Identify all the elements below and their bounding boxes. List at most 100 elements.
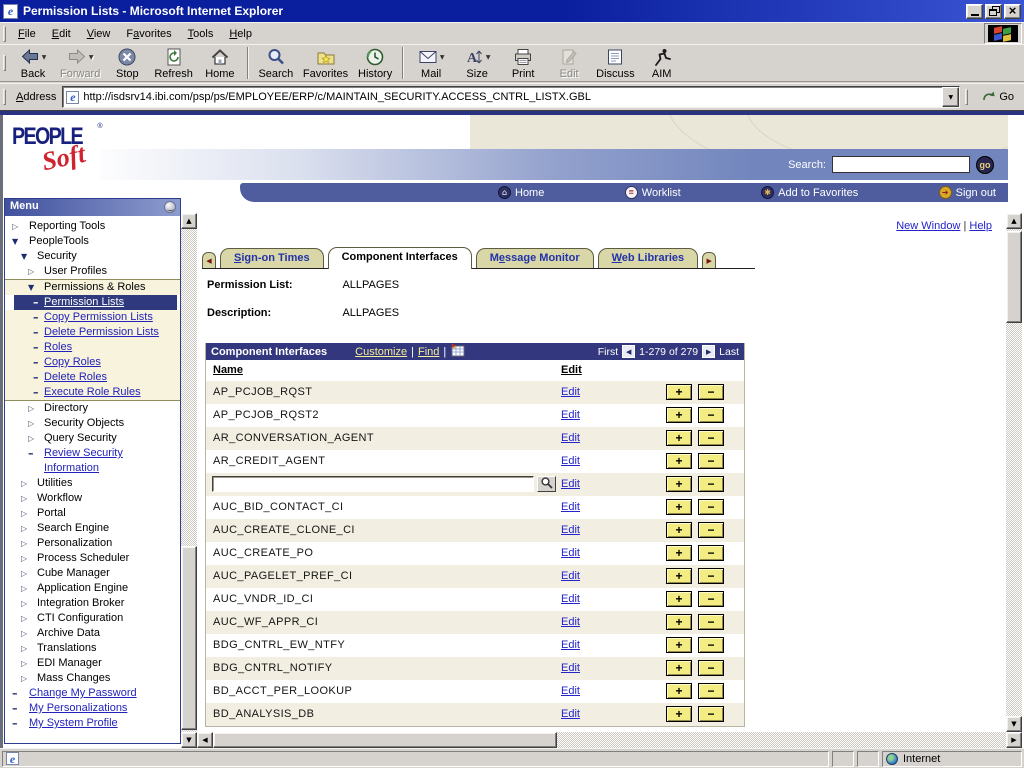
collapsed-node-icon[interactable]: ▷ — [21, 491, 27, 506]
address-field[interactable]: e http://isdsrv14.ibi.com/psp/ps/EMPLOYE… — [62, 86, 960, 108]
mail-button[interactable]: ▼Mail — [408, 46, 454, 81]
sidebar-item-process-scheduler[interactable]: ▷Process Scheduler — [5, 551, 180, 566]
scroll-right-button[interactable]: ▶ — [1006, 732, 1022, 748]
menu-file[interactable]: File — [10, 25, 44, 43]
collapsed-node-icon[interactable]: ▷ — [28, 401, 34, 416]
close-button[interactable]: × — [1004, 4, 1021, 19]
sort-by-name-header[interactable]: Name — [213, 364, 243, 376]
menu-edit[interactable]: Edit — [44, 25, 79, 43]
delete-row-button[interactable]: − — [698, 706, 724, 722]
sidebar-item-execute-role-rules[interactable]: –Execute Role Rules — [5, 385, 180, 401]
edit-link[interactable]: Edit — [561, 616, 580, 628]
delete-row-button[interactable]: − — [698, 499, 724, 515]
add-row-button[interactable]: + — [666, 499, 692, 515]
sidebar-item-utilities[interactable]: ▷Utilities — [5, 476, 180, 491]
menu-help[interactable]: Help — [221, 25, 260, 43]
dropdown-caret-icon[interactable]: ▼ — [89, 54, 94, 61]
delete-row-button[interactable]: − — [698, 660, 724, 676]
tab-component-interfaces[interactable]: Component Interfaces — [328, 247, 472, 269]
sidebar-item-my-system-profile[interactable]: –My System Profile — [5, 716, 180, 731]
sidebar-item-edi-manager[interactable]: ▷EDI Manager — [5, 656, 180, 671]
add-row-button[interactable]: + — [666, 453, 692, 469]
edit-link[interactable]: Edit — [561, 685, 580, 697]
dash-bullet-icon[interactable]: – — [12, 716, 18, 731]
tab-message-monitor[interactable]: Message Monitor — [476, 248, 594, 269]
scroll-down-button[interactable]: ▼ — [1006, 716, 1022, 732]
back-button[interactable]: ▼Back — [10, 46, 56, 81]
edit-link[interactable]: Edit — [561, 570, 580, 582]
collapsed-node-icon[interactable]: ▷ — [21, 476, 27, 491]
delete-row-button[interactable]: − — [698, 407, 724, 423]
sidebar-item-user-profiles[interactable]: ▷User Profiles — [5, 264, 180, 279]
aim-button[interactable]: AIM — [639, 46, 685, 81]
add-row-button[interactable]: + — [666, 591, 692, 607]
search-button[interactable]: Search — [253, 46, 299, 81]
sidebar-item-permission-lists[interactable]: –Permission Lists — [14, 295, 177, 310]
edit-link[interactable]: Edit — [561, 432, 580, 444]
find-link[interactable]: Find — [418, 346, 439, 358]
edit-column-header[interactable]: Edit — [561, 364, 582, 376]
sidebar-item-delete-permission-lists[interactable]: –Delete Permission Lists — [5, 325, 180, 340]
collapsed-node-icon[interactable]: ▷ — [12, 219, 18, 234]
edit-link[interactable]: Edit — [561, 409, 580, 421]
add-row-button[interactable]: + — [666, 522, 692, 538]
restore-button[interactable] — [985, 4, 1002, 19]
go-button[interactable]: Go — [976, 87, 1020, 108]
address-url[interactable]: http://isdsrv14.ibi.com/psp/ps/EMPLOYEE/… — [83, 91, 938, 103]
edit-link[interactable]: Edit — [561, 547, 580, 559]
delete-row-button[interactable]: − — [698, 591, 724, 607]
delete-row-button[interactable]: − — [698, 453, 724, 469]
stop-button[interactable]: Stop — [104, 46, 150, 81]
collapsed-node-icon[interactable]: ▷ — [21, 551, 27, 566]
delete-row-button[interactable]: − — [698, 545, 724, 561]
sidebar-item-delete-roles[interactable]: –Delete Roles — [5, 370, 180, 385]
sidebar-item-cube-manager[interactable]: ▷Cube Manager — [5, 566, 180, 581]
add-row-button[interactable]: + — [666, 706, 692, 722]
delete-row-button[interactable]: − — [698, 476, 724, 492]
sidebar-item-copy-permission-lists[interactable]: –Copy Permission Lists — [5, 310, 180, 325]
edit-link[interactable]: Edit — [561, 455, 580, 467]
edit-link[interactable]: Edit — [561, 593, 580, 605]
collapsed-node-icon[interactable]: ▷ — [28, 264, 34, 279]
scrollbar-thumb[interactable] — [1006, 231, 1022, 323]
sidebar-item-personalization[interactable]: ▷Personalization — [5, 536, 180, 551]
add-row-button[interactable]: + — [666, 683, 692, 699]
dash-bullet-icon[interactable]: – — [33, 295, 39, 310]
dash-bullet-icon[interactable]: – — [28, 446, 34, 461]
dash-bullet-icon[interactable]: – — [33, 340, 39, 355]
sidebar-item-archive-data[interactable]: ▷Archive Data — [5, 626, 180, 641]
portal-nav-home[interactable]: ⌂Home — [498, 186, 544, 199]
expanded-node-icon[interactable]: ▼ — [12, 234, 18, 249]
edit-link[interactable]: Edit — [561, 662, 580, 674]
address-dropdown-button[interactable]: ▼ — [942, 87, 959, 107]
add-row-button[interactable]: + — [666, 614, 692, 630]
tab-scroll-right-button[interactable]: ▶ — [702, 252, 716, 269]
add-row-button[interactable]: + — [666, 637, 692, 653]
sidebar-item-peopletools[interactable]: ▼PeopleTools — [5, 234, 180, 249]
toolbar-grip[interactable] — [965, 89, 968, 105]
lookup-button[interactable] — [537, 476, 556, 492]
download-to-excel-icon[interactable] — [450, 343, 465, 360]
delete-row-button[interactable]: − — [698, 430, 724, 446]
collapse-menu-icon[interactable] — [164, 201, 176, 213]
expanded-node-icon[interactable]: ▼ — [21, 249, 27, 264]
edit-link[interactable]: Edit — [561, 386, 580, 398]
expanded-node-icon[interactable]: ▼ — [28, 280, 34, 295]
collapsed-node-icon[interactable]: ▷ — [21, 536, 27, 551]
size-button[interactable]: A▼Size — [454, 46, 500, 81]
edit-link[interactable]: Edit — [561, 478, 580, 490]
sidebar-item-cti-configuration[interactable]: ▷CTI Configuration — [5, 611, 180, 626]
collapsed-node-icon[interactable]: ▷ — [21, 656, 27, 671]
sidebar-item-security-objects[interactable]: ▷Security Objects — [5, 416, 180, 431]
print-button[interactable]: Print — [500, 46, 546, 81]
sidebar-item-my-personalizations[interactable]: –My Personalizations — [5, 701, 180, 716]
dash-bullet-icon[interactable]: – — [33, 325, 39, 340]
edit-link[interactable]: Edit — [561, 639, 580, 651]
delete-row-button[interactable]: − — [698, 568, 724, 584]
sidebar-item-roles[interactable]: –Roles — [5, 340, 180, 355]
dropdown-caret-icon[interactable]: ▼ — [486, 54, 491, 61]
menu-favorites[interactable]: Favorites — [118, 25, 179, 43]
toolbar-grip[interactable] — [3, 26, 6, 42]
add-row-button[interactable]: + — [666, 407, 692, 423]
history-button[interactable]: History — [352, 46, 398, 81]
